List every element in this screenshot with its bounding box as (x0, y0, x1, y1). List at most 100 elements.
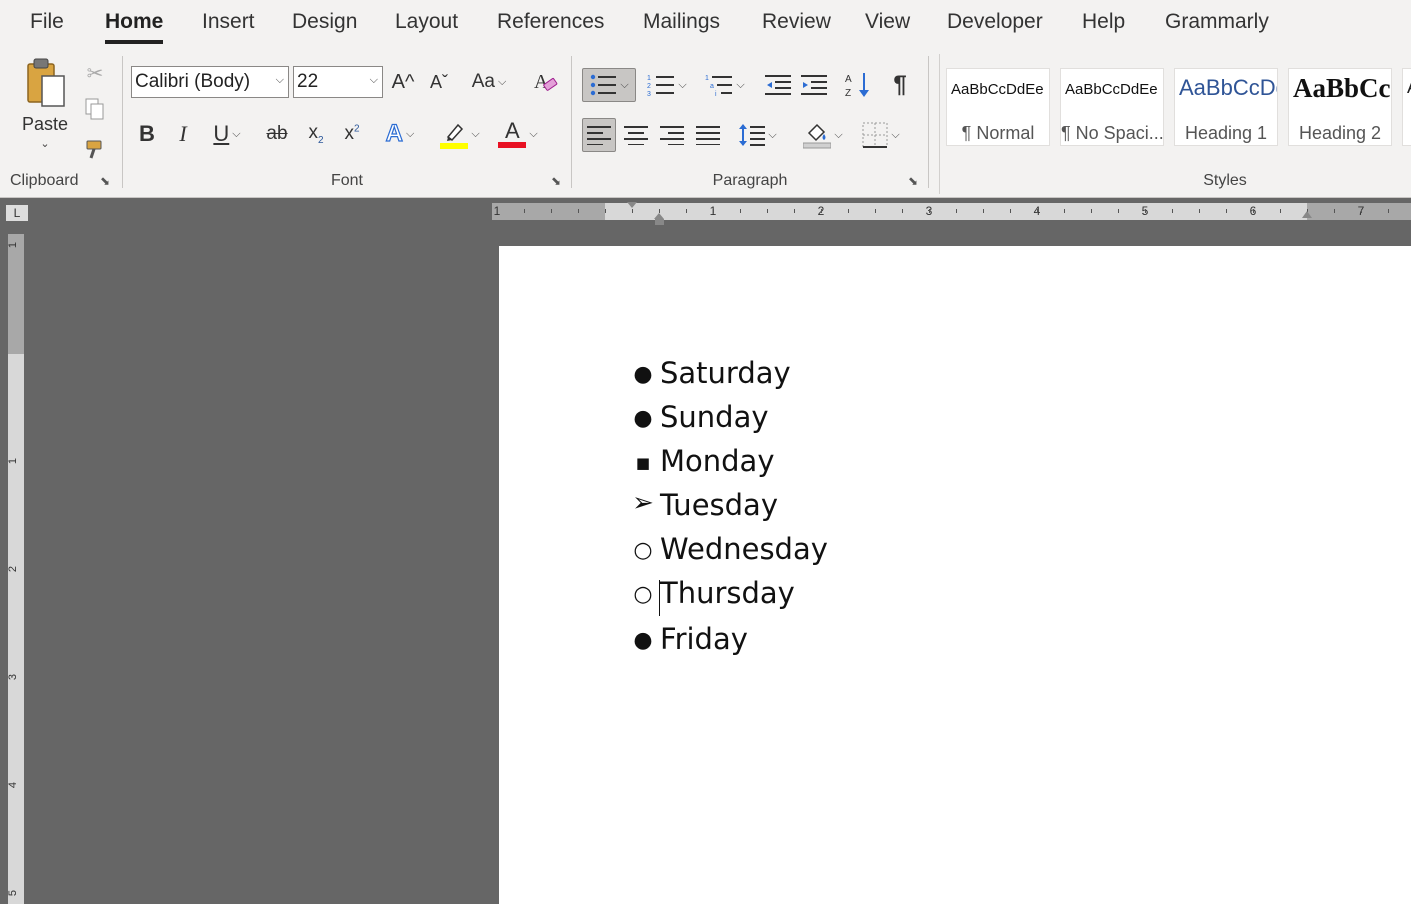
style-name: Heading 1 (1184, 123, 1268, 143)
shading-button[interactable]: ⌵ (798, 118, 848, 152)
align-right-button[interactable] (656, 118, 688, 152)
highlight-color-button[interactable]: ⌵ (435, 118, 485, 150)
strikethrough-button[interactable]: ab (261, 118, 293, 150)
style-next-partial[interactable]: A (1402, 68, 1411, 146)
tab-review[interactable]: Review (762, 10, 831, 34)
right-indent-marker[interactable] (1302, 211, 1312, 218)
tab-help[interactable]: Help (1082, 10, 1125, 34)
ruler-tick (875, 209, 876, 213)
svg-text:2: 2 (647, 83, 651, 90)
ruler-tick (1010, 209, 1011, 213)
ruler-tick (524, 209, 525, 213)
show-formatting-marks-button[interactable]: ¶ (884, 68, 916, 102)
numbered-list-icon: 1 2 3 (647, 75, 675, 97)
styles-group-label: Styles (1203, 172, 1247, 189)
italic-button[interactable]: I (169, 118, 197, 150)
copy-button[interactable] (82, 94, 108, 124)
decrease-indent-button[interactable] (762, 68, 794, 102)
align-center-button[interactable] (620, 118, 652, 152)
line-spacing-button[interactable]: ⌵ (734, 118, 782, 152)
multilevel-list-icon: 1 a i (705, 75, 733, 97)
style-no-spacing[interactable]: AaBbCcDdEe ¶ No Spaci... (1060, 68, 1164, 146)
tab-developer[interactable]: Developer (947, 10, 1043, 34)
chevron-down-icon: ⌵ (369, 74, 378, 86)
style-sample: A (1407, 77, 1411, 98)
increase-indent-icon (801, 75, 827, 95)
tab-selector[interactable]: L (6, 205, 28, 221)
font-group: Calibri (Body) ⌵ 22 ⌵ A^ Aˇ Aa ⌵ A B I U… (123, 54, 571, 194)
superscript-button[interactable]: x2 (337, 118, 367, 150)
tab-insert[interactable]: Insert (202, 10, 255, 34)
paragraph-launcher-icon[interactable]: ⬊ (908, 175, 920, 187)
chevron-down-icon: ⌵ (834, 128, 843, 141)
italic-icon: I (179, 121, 187, 146)
document-page[interactable]: ● Saturday ● Sunday ■ Monday ➢ Tuesday ○… (499, 246, 1411, 904)
list-item-text: Friday (660, 622, 748, 656)
format-painter-button[interactable] (82, 134, 108, 164)
clear-formatting-button[interactable]: A (529, 66, 561, 98)
tab-layout[interactable]: Layout (395, 10, 458, 34)
ruler-tick (1280, 209, 1281, 213)
justify-icon (696, 126, 720, 145)
vertical-ruler[interactable]: 1 1 2 3 4 5 (8, 234, 24, 904)
clipboard-launcher-icon[interactable]: ⬊ (100, 175, 112, 187)
style-heading-1[interactable]: AaBbCcDd Heading 1 (1174, 68, 1278, 146)
svg-text:A: A (845, 74, 852, 85)
tab-view[interactable]: View (865, 10, 910, 34)
ruler-label: 1 (8, 241, 20, 249)
svg-text:1: 1 (705, 75, 709, 82)
chevron-down-icon: ⌵ (768, 128, 777, 141)
bullet-list-icon (591, 74, 617, 96)
align-left-icon (587, 126, 611, 145)
justify-button[interactable] (692, 118, 724, 152)
change-case-button[interactable]: Aa ⌵ (465, 66, 513, 98)
bullets-button[interactable]: ⌵ (582, 68, 636, 102)
font-launcher-icon[interactable]: ⬊ (551, 175, 563, 187)
font-color-letter: A (504, 118, 520, 143)
font-color-button[interactable]: A ⌵ (493, 118, 543, 150)
svg-text:1: 1 (647, 75, 651, 82)
chevron-down-icon: ⌵ (678, 78, 687, 91)
multilevel-list-button[interactable]: 1 a i ⌵ (700, 68, 750, 102)
numbering-button[interactable]: 1 2 3 ⌵ (642, 68, 692, 102)
align-left-button[interactable] (582, 118, 616, 152)
cut-button[interactable]: ✂ (82, 58, 108, 88)
tab-grammarly[interactable]: Grammarly (1165, 10, 1269, 34)
borders-button[interactable]: ⌵ (856, 118, 906, 152)
sort-button[interactable]: A Z (842, 68, 874, 102)
paste-button[interactable]: Paste ⌄ (16, 56, 74, 160)
underline-icon: U (213, 121, 230, 146)
tab-references[interactable]: References (497, 10, 604, 34)
ruler-tick (956, 209, 957, 213)
tab-mailings[interactable]: Mailings (643, 10, 720, 34)
chevron-down-icon: ⌵ (620, 78, 629, 91)
text-effects-icon: A (385, 119, 404, 147)
tab-design[interactable]: Design (292, 10, 357, 34)
styles-group: AaBbCcDdEe ¶ Normal AaBbCcDdEe ¶ No Spac… (939, 54, 1411, 194)
square-bullet: ■ (635, 454, 651, 472)
round-bullet: ● (633, 406, 653, 431)
style-heading-2[interactable]: AaBbCc Heading 2 (1288, 68, 1392, 146)
tab-home[interactable]: Home (105, 10, 164, 44)
pilcrow-icon: ¶ (893, 71, 907, 98)
left-margin-zone (492, 203, 605, 220)
grow-font-button[interactable]: A^ (389, 66, 417, 98)
text-effects-button[interactable]: A ⌵ (377, 118, 423, 150)
strikethrough-icon: ab (266, 123, 288, 144)
style-sample: AaBbCcDd (1179, 75, 1277, 100)
font-size-combo[interactable]: 22 ⌵ (293, 66, 383, 98)
shrink-font-button[interactable]: Aˇ (425, 66, 453, 98)
left-indent-marker[interactable] (655, 219, 664, 225)
ruler-tick (1172, 209, 1173, 213)
svg-text:Z: Z (845, 88, 851, 99)
first-line-indent-marker[interactable] (627, 202, 637, 208)
ribbon-tab-bar: File Home Insert Design Layout Reference… (0, 0, 1411, 50)
increase-indent-button[interactable] (798, 68, 830, 102)
font-name-combo[interactable]: Calibri (Body) ⌵ (131, 66, 289, 98)
bold-button[interactable]: B (133, 118, 161, 150)
tab-file[interactable]: File (30, 10, 64, 34)
style-normal[interactable]: AaBbCcDdEe ¶ Normal (946, 68, 1050, 146)
ruler-tick (767, 209, 768, 213)
subscript-button[interactable]: x2 (301, 118, 331, 150)
underline-button[interactable]: U ⌵ (205, 118, 249, 150)
